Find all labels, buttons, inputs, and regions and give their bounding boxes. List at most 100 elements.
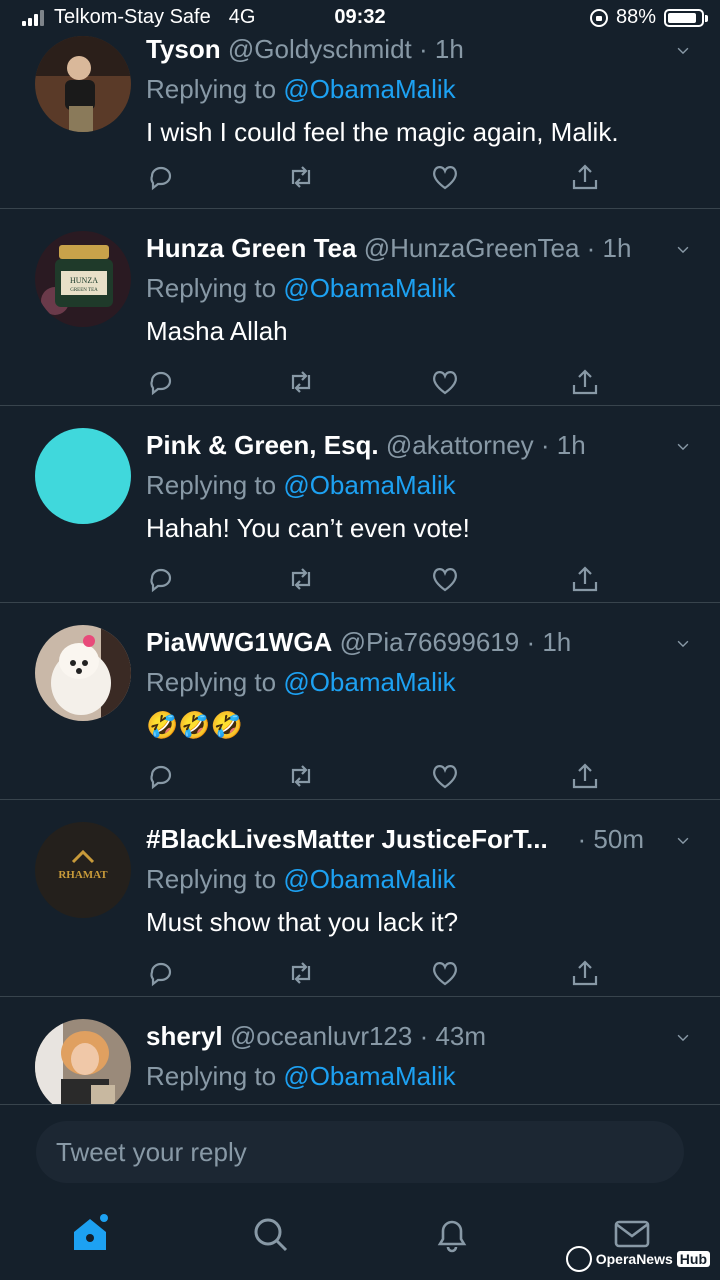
author-name[interactable]: sheryl xyxy=(146,1021,223,1051)
tweet-text: I wish I could feel the magic again, Mal… xyxy=(146,117,619,147)
mention-link[interactable]: @ObamaMalik xyxy=(283,273,455,303)
avatar[interactable] xyxy=(35,428,131,524)
replying-prefix: Replying to xyxy=(146,470,277,500)
tweet-actions xyxy=(146,367,598,397)
tweet-actions xyxy=(146,761,598,791)
reply-input[interactable] xyxy=(36,1121,684,1183)
mention-link[interactable]: @ObamaMalik xyxy=(283,864,455,894)
battery-fill xyxy=(668,12,697,23)
tweet-text: Hahah! You can’t even vote! xyxy=(146,513,470,543)
tweet-time: · 1h xyxy=(540,430,586,460)
retweet-icon[interactable] xyxy=(286,162,316,192)
avatar[interactable] xyxy=(35,36,131,132)
watermark-badge: Hub xyxy=(676,1251,710,1267)
tweet-text: Must show that you lack it? xyxy=(146,907,459,937)
tweet-content: #BlackLivesMatter JusticeForT... · 50m R… xyxy=(146,822,690,940)
reply-icon[interactable] xyxy=(146,162,176,192)
tweet-content: PiaWWG1WGA @Pia76699619 · 1h Replying to… xyxy=(146,625,690,743)
replying-prefix: Replying to xyxy=(146,864,277,894)
chevron-down-icon[interactable] xyxy=(676,1031,690,1045)
search-icon[interactable] xyxy=(250,1214,290,1254)
tweet-header: sheryl @oceanluvr123 · 43m xyxy=(146,1019,690,1053)
avatar-label: RHAMAT xyxy=(58,869,108,881)
chevron-down-icon[interactable] xyxy=(676,637,690,651)
author-name[interactable]: #BlackLivesMatter JusticeForT... xyxy=(146,824,548,854)
tweet-content: Tyson @Goldyschmidt · 1h Replying to @Ob… xyxy=(146,36,690,150)
tweet-header: PiaWWG1WGA @Pia76699619 · 1h xyxy=(146,625,690,659)
home-icon[interactable] xyxy=(70,1214,110,1254)
avatar[interactable]: RHAMAT xyxy=(35,822,131,918)
avatar[interactable]: HUNZA GREEN TEA xyxy=(35,231,131,327)
retweet-icon[interactable] xyxy=(286,367,316,397)
avatar-label-bottom: GREEN TEA xyxy=(70,288,98,293)
tweet-time: · 50m xyxy=(577,824,644,854)
avatar[interactable] xyxy=(35,1019,131,1104)
like-icon[interactable] xyxy=(430,564,460,594)
battery-percent: 88% xyxy=(615,6,656,28)
author-name[interactable]: Pink & Green, Esq. xyxy=(146,430,379,460)
tweet-actions xyxy=(146,564,598,594)
tweet-text: 🤣🤣🤣 xyxy=(146,710,244,740)
share-icon[interactable] xyxy=(570,564,600,594)
tweet[interactable]: sheryl @oceanluvr123 · 43m Replying to @… xyxy=(0,997,720,1104)
author-handle[interactable]: @akattorney xyxy=(386,430,534,460)
tweet-header: Tyson @Goldyschmidt · 1h xyxy=(146,36,690,66)
share-icon[interactable] xyxy=(570,958,600,988)
like-icon[interactable] xyxy=(430,367,460,397)
tweet-content: Hunza Green Tea @HunzaGreenTea · 1h Repl… xyxy=(146,231,690,349)
tweet[interactable]: HUNZA GREEN TEA Hunza Green Tea @HunzaGre… xyxy=(0,209,720,406)
share-icon[interactable] xyxy=(570,367,600,397)
author-name[interactable]: PiaWWG1WGA xyxy=(146,627,332,657)
tweet[interactable]: Pink & Green, Esq. @akattorney · 1h Repl… xyxy=(0,406,720,603)
replying-to: Replying to @ObamaMalik xyxy=(146,663,690,701)
tweet-time: · 43m xyxy=(419,1021,487,1051)
orientation-lock-icon xyxy=(589,8,608,27)
author-handle[interactable]: @HunzaGreenTea xyxy=(364,233,580,263)
like-icon[interactable] xyxy=(430,761,460,791)
tweet-content: Pink & Green, Esq. @akattorney · 1h Repl… xyxy=(146,428,690,546)
author-handle[interactable]: @oceanluvr123 xyxy=(230,1021,413,1051)
author-handle[interactable]: @Goldyschmidt xyxy=(228,36,412,64)
tweet-header: Pink & Green, Esq. @akattorney · 1h xyxy=(146,428,690,462)
tweet-time: · 1h xyxy=(526,627,572,657)
reply-feed[interactable]: Tyson @Goldyschmidt · 1h Replying to @Ob… xyxy=(0,36,720,1104)
reply-icon[interactable] xyxy=(146,761,176,791)
tweet-actions xyxy=(146,958,598,988)
like-icon[interactable] xyxy=(430,162,460,192)
tweet-actions xyxy=(146,162,598,192)
tweet[interactable]: PiaWWG1WGA @Pia76699619 · 1h Replying to… xyxy=(0,603,720,800)
replying-to: Replying to @ObamaMalik xyxy=(146,1057,690,1095)
chevron-down-icon[interactable] xyxy=(676,243,690,257)
avatar[interactable] xyxy=(35,625,131,721)
replying-to: Replying to @ObamaMalik xyxy=(146,466,690,504)
retweet-icon[interactable] xyxy=(286,761,316,791)
mention-link[interactable]: @ObamaMalik xyxy=(283,470,455,500)
mention-link[interactable]: @ObamaMalik xyxy=(283,1061,455,1091)
chevron-down-icon[interactable] xyxy=(676,834,690,848)
retweet-icon[interactable] xyxy=(286,958,316,988)
chevron-down-icon[interactable] xyxy=(676,440,690,454)
watermark-logo-icon xyxy=(565,1246,592,1272)
share-icon[interactable] xyxy=(570,761,600,791)
reply-icon[interactable] xyxy=(146,958,176,988)
chevron-down-icon[interactable] xyxy=(676,44,690,58)
tweet-time: · 1h xyxy=(586,233,632,263)
mention-link[interactable]: @ObamaMalik xyxy=(283,74,455,104)
retweet-icon[interactable] xyxy=(286,564,316,594)
replying-prefix: Replying to xyxy=(146,667,277,697)
author-name[interactable]: Tyson xyxy=(146,36,221,64)
replying-prefix: Replying to xyxy=(146,273,277,303)
tab-bar: OperaNews Hub xyxy=(0,1200,720,1280)
avatar-label-top: HUNZA xyxy=(70,276,98,285)
share-icon[interactable] xyxy=(570,162,600,192)
reply-icon[interactable] xyxy=(146,564,176,594)
reply-icon[interactable] xyxy=(146,367,176,397)
tweet-content: sheryl @oceanluvr123 · 43m Replying to @… xyxy=(146,1019,690,1104)
like-icon[interactable] xyxy=(430,958,460,988)
author-handle[interactable]: @Pia76699619 xyxy=(340,627,520,657)
tweet[interactable]: Tyson @Goldyschmidt · 1h Replying to @Ob… xyxy=(0,36,720,209)
mention-link[interactable]: @ObamaMalik xyxy=(283,667,455,697)
author-name[interactable]: Hunza Green Tea xyxy=(146,233,356,263)
tweet[interactable]: RHAMAT #BlackLivesMatter JusticeForT... … xyxy=(0,800,720,997)
notifications-icon[interactable] xyxy=(432,1214,472,1254)
